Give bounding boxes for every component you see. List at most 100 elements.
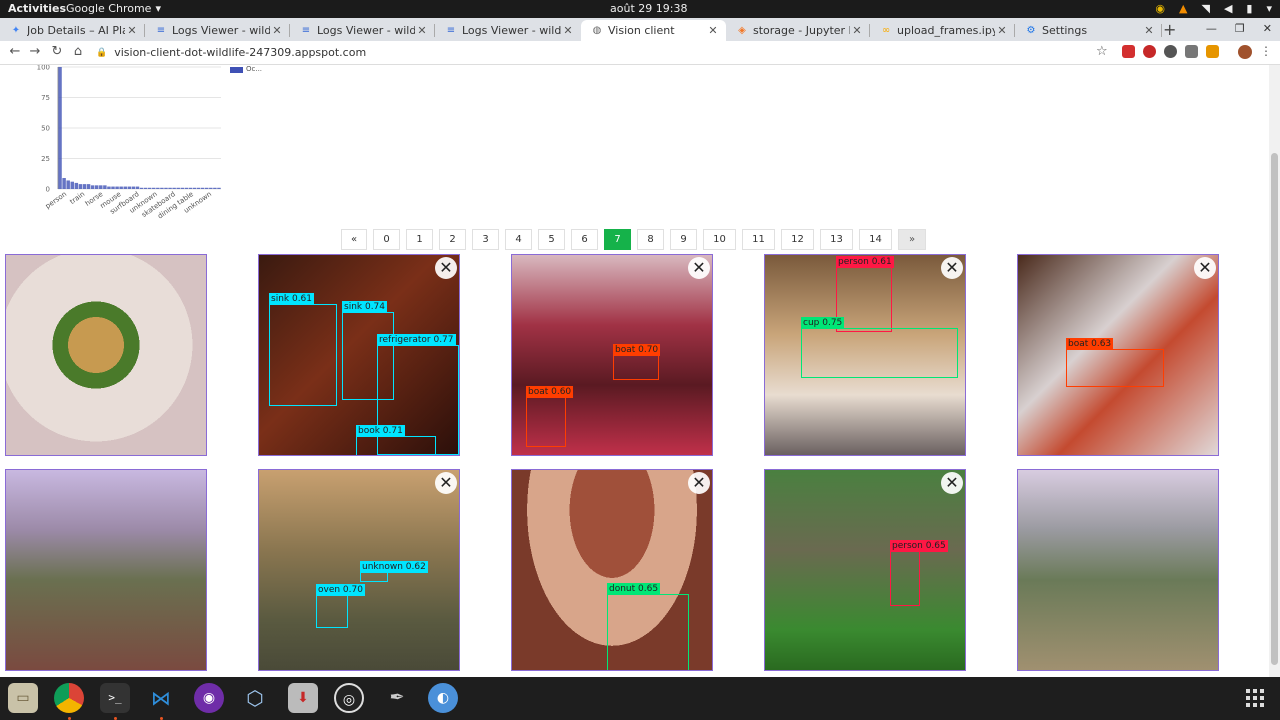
battery-icon[interactable]: ▮ [1246, 2, 1252, 15]
histogram-bar[interactable] [107, 186, 111, 189]
histogram-bar[interactable] [209, 187, 213, 189]
histogram-bar[interactable] [168, 187, 172, 189]
histogram-bar[interactable] [139, 187, 144, 189]
extension-orange-icon[interactable] [1206, 45, 1219, 58]
pager-page-3[interactable]: 3 [472, 229, 499, 250]
extension-settings-icon[interactable] [1185, 45, 1198, 58]
pager-next-button[interactable]: » [898, 229, 926, 250]
histogram-bar[interactable] [62, 178, 66, 189]
detection-image[interactable] [6, 470, 206, 670]
close-icon[interactable]: ✕ [688, 257, 710, 279]
detection-image[interactable] [1018, 470, 1218, 670]
installer-icon[interactable]: ⬇ [288, 683, 318, 713]
new-tab-button[interactable]: + [1163, 20, 1176, 39]
pager-page-2[interactable]: 2 [439, 229, 466, 250]
histogram-bar[interactable] [127, 186, 132, 189]
app-menu[interactable]: Google Chrome ▾ [66, 2, 161, 15]
histogram-bar[interactable] [192, 187, 197, 189]
histogram-bar[interactable] [66, 180, 70, 189]
pager-page-4[interactable]: 4 [505, 229, 532, 250]
system-tray[interactable]: ◉ ▲ ◥ ◀ ▮ ▾ [1155, 2, 1272, 15]
close-tab-icon[interactable]: ✕ [1142, 24, 1156, 37]
vscode-icon[interactable]: ⋈ [146, 683, 176, 713]
image-card[interactable] [5, 469, 207, 671]
pager-page-13[interactable]: 13 [820, 229, 853, 250]
close-tab-icon[interactable]: ✕ [415, 24, 429, 37]
extension-red-icon[interactable] [1122, 45, 1135, 58]
histogram-bar[interactable] [74, 182, 79, 189]
detection-image[interactable] [259, 470, 459, 670]
histogram-bar[interactable] [115, 186, 119, 189]
image-card[interactable]: person 0.65 ✕ [764, 469, 966, 671]
pager-page-10[interactable]: 10 [703, 229, 736, 250]
tab-3[interactable]: ≡ Logs Viewer - wildlife✕ [435, 20, 581, 41]
histogram-bar[interactable] [180, 187, 185, 189]
bookmark-star-icon[interactable]: ☆ [1096, 44, 1108, 59]
pager-page-14[interactable]: 14 [859, 229, 892, 250]
pager-page-1[interactable]: 1 [406, 229, 433, 250]
histogram-bar[interactable] [58, 67, 62, 189]
back-icon[interactable]: ← [6, 44, 24, 59]
tab-2[interactable]: ≡ Logs Viewer - wildlife✕ [290, 20, 435, 41]
address-bar[interactable]: 🔒 vision-client-dot-wildlife-247309.apps… [96, 43, 1116, 62]
close-tab-icon[interactable]: ✕ [706, 24, 720, 37]
histogram-bar[interactable] [103, 185, 107, 189]
pager-page-5[interactable]: 5 [538, 229, 565, 250]
pager-page-9[interactable]: 9 [670, 229, 697, 250]
scrollbar[interactable] [1269, 65, 1280, 677]
clock[interactable]: août 29 19:38 [610, 2, 687, 15]
pager-page-6[interactable]: 6 [571, 229, 598, 250]
close-window-icon[interactable]: ✕ [1263, 22, 1272, 35]
close-icon[interactable]: ✕ [688, 472, 710, 494]
tab-5[interactable]: ◈ storage - Jupyter Note✕ [726, 20, 870, 41]
tab-0[interactable]: ✦ Job Details – AI Platfo✕ [0, 20, 145, 41]
podcast-icon[interactable]: ◉ [194, 683, 224, 713]
histogram-bar[interactable] [156, 187, 160, 189]
histogram-bar[interactable] [213, 187, 217, 189]
activities-button[interactable]: Activities [8, 2, 66, 15]
wifi-icon[interactable]: ◥ [1201, 2, 1209, 15]
reload-icon[interactable]: ↻ [48, 44, 66, 59]
close-icon[interactable]: ✕ [435, 472, 457, 494]
close-icon[interactable]: ✕ [435, 257, 457, 279]
pager-page-12[interactable]: 12 [781, 229, 814, 250]
maximize-icon[interactable]: ❐ [1235, 22, 1245, 35]
image-card[interactable]: donut 0.65 ✕ [511, 469, 713, 671]
histogram-bar[interactable] [90, 185, 95, 189]
image-card[interactable] [1017, 469, 1219, 671]
tab-4[interactable]: ◍ Vision client ✕ [581, 20, 726, 41]
image-card[interactable]: boat 0.70 boat 0.60 ✕ [511, 254, 713, 456]
extension-gray-icon[interactable] [1164, 45, 1177, 58]
histogram-bar[interactable] [160, 187, 164, 189]
inkscape-icon[interactable]: ✒ [382, 683, 412, 713]
tab-6[interactable]: ∞ upload_frames.ipynb✕ [870, 20, 1015, 41]
pager-page-0[interactable]: 0 [373, 229, 400, 250]
histogram-bar[interactable] [164, 187, 168, 189]
chrome-icon[interactable] [54, 683, 84, 713]
pager-page-8[interactable]: 8 [637, 229, 664, 250]
vpn-icon[interactable]: ◐ [428, 683, 458, 713]
chrome-tray-icon[interactable]: ◉ [1155, 2, 1165, 15]
kebab-menu-icon[interactable]: ⋮ [1260, 44, 1272, 58]
histogram-bar[interactable] [200, 187, 205, 189]
virtualbox-icon[interactable]: ⬡ [240, 683, 270, 713]
histogram-bar[interactable] [152, 187, 156, 189]
histogram-bar[interactable] [172, 187, 176, 189]
tab-7[interactable]: ⚙ Settings ✕ [1015, 20, 1162, 41]
histogram-bar[interactable] [147, 187, 152, 189]
histogram-bar[interactable] [205, 187, 209, 189]
close-icon[interactable]: ✕ [941, 472, 963, 494]
detection-image[interactable] [6, 255, 206, 455]
histogram-bar[interactable] [94, 185, 99, 189]
close-tab-icon[interactable]: ✕ [270, 24, 284, 37]
forward-icon[interactable]: → [26, 44, 44, 59]
histogram-bar[interactable] [111, 186, 115, 189]
histogram-bar[interactable] [131, 186, 136, 189]
histogram-bar[interactable] [123, 186, 127, 189]
histogram-bar[interactable] [135, 186, 140, 189]
histogram-bar[interactable] [86, 184, 91, 189]
show-applications-icon[interactable] [1246, 689, 1264, 707]
histogram-bar[interactable] [119, 186, 123, 189]
histogram-bar[interactable] [143, 187, 148, 189]
close-icon[interactable]: ✕ [941, 257, 963, 279]
